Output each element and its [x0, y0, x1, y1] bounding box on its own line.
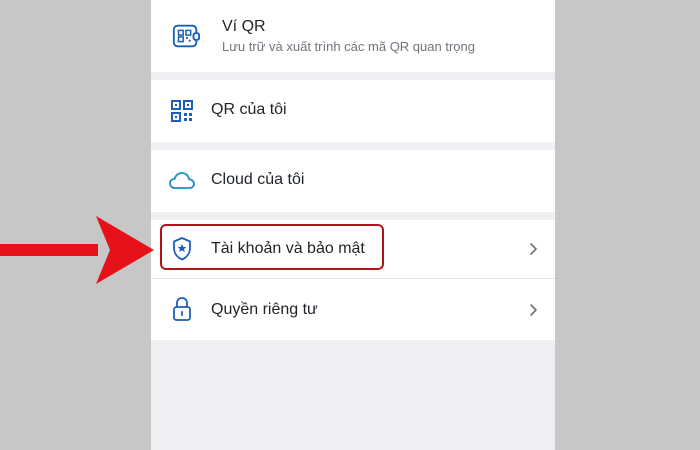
cloud-label: Cloud của tôi — [211, 171, 305, 188]
chevron-right-icon — [530, 304, 537, 316]
menu-item-account-security[interactable]: Tài khoản và bảo mật — [151, 220, 555, 278]
qr-wallet-subtitle: Lưu trữ và xuất trình các mã QR quan trọ… — [222, 39, 475, 54]
qr-code-icon — [167, 96, 197, 126]
settings-screen: Ví QR Lưu trữ và xuất trình các mã QR qu… — [151, 0, 555, 450]
lock-icon — [167, 294, 197, 324]
privacy-label: Quyền riêng tư — [211, 301, 318, 318]
wallet-qr-icon — [171, 21, 201, 51]
cloud-icon — [167, 166, 197, 196]
menu-item-privacy[interactable]: Quyền riêng tư — [151, 279, 555, 340]
pointer-arrow-icon — [0, 216, 154, 284]
my-qr-label: QR của tôi — [211, 101, 287, 118]
account-security-label: Tài khoản và bảo mật — [211, 240, 365, 257]
menu-item-my-qr[interactable]: QR của tôi — [151, 80, 555, 142]
shield-icon — [167, 234, 197, 264]
menu-item-cloud[interactable]: Cloud của tôi — [151, 150, 555, 212]
chevron-right-icon — [530, 243, 537, 255]
menu-item-qr-wallet[interactable]: Ví QR Lưu trữ và xuất trình các mã QR qu… — [151, 0, 555, 72]
qr-wallet-title: Ví QR — [222, 18, 266, 35]
